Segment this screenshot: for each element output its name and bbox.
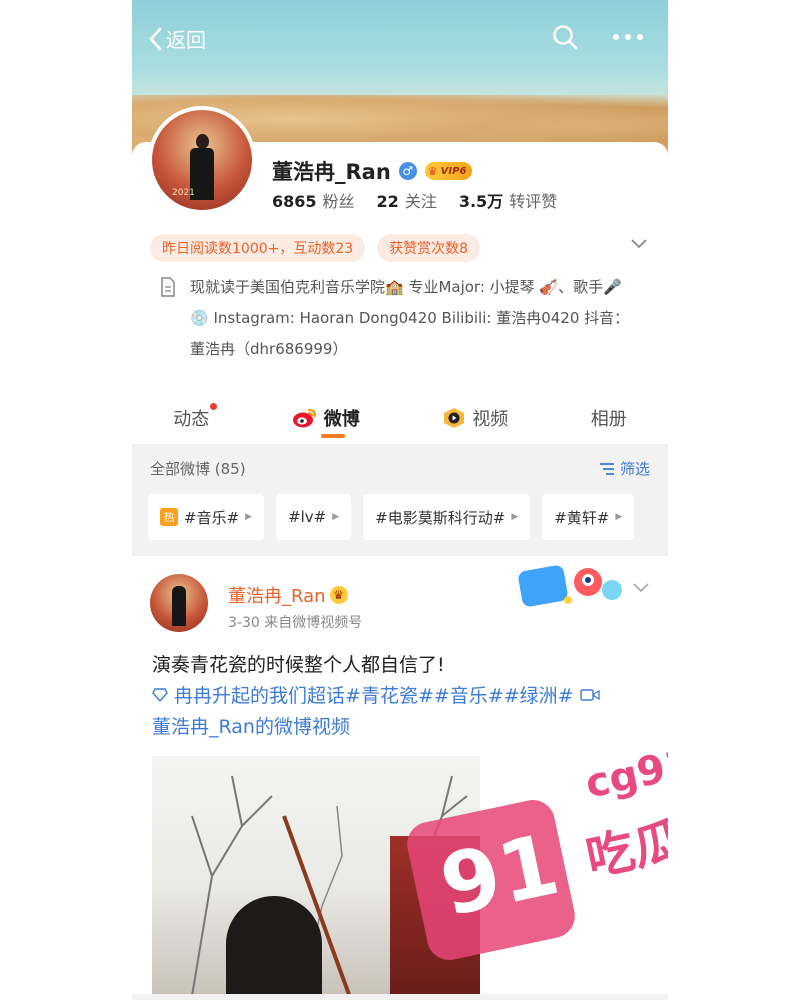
tab-video[interactable]: 视频 — [442, 405, 508, 431]
filter-button[interactable]: 筛选 — [598, 458, 650, 479]
filter-icon — [599, 462, 614, 475]
weibo-profile-page: 返回 2021 董浩冉_Ran ♂ ♛ VIP6 6865 粉丝 22 关注 3.5… — [132, 0, 668, 1000]
tab-album-label: 相册 — [590, 409, 627, 430]
divider — [132, 994, 668, 1000]
hot-icon: 热 — [160, 508, 178, 526]
post-video-thumbnail[interactable] — [152, 756, 480, 996]
feed-filter-area: 全部微博 (85) 筛选 热 #音乐# ▶ #lv# ▶ #电影莫斯科行动# ▶ #黄轩… — [132, 444, 668, 556]
avatar-caption: 2021 — [172, 188, 195, 198]
male-icon: ♂ — [398, 162, 417, 180]
player-head — [226, 896, 322, 996]
profile-name-row: 董浩冉_Ran ♂ ♛ VIP6 — [272, 156, 473, 186]
caret-right-icon: ▶ — [245, 512, 253, 522]
tab-weibo-label: 微博 — [323, 409, 360, 430]
post-video-link[interactable]: 董浩冉_Ran的微博视频 — [152, 712, 652, 743]
post-text-line: 演奏青花瓷的时候整个人都自信了! — [152, 654, 445, 676]
tab-video-label: 视频 — [472, 409, 509, 430]
weibo-icon — [292, 408, 316, 428]
more-icon[interactable] — [612, 33, 644, 41]
stat-interactions[interactable]: 3.5万 转评赞 — [459, 188, 557, 212]
red-wall — [390, 836, 480, 996]
chevron-left-icon — [149, 27, 162, 50]
intro-text: 现就读于美国伯克利音乐学院🏫 专业Major: 小提琴 🎻、歌手🎤💿 Insta… — [190, 278, 630, 358]
topic-chip[interactable]: #黄轩# ▶ — [542, 494, 635, 540]
reading-badge[interactable]: 昨日阅读数1000+，互动数23 — [150, 234, 366, 262]
chip-label: #电影莫斯科行动# — [375, 508, 506, 527]
post-author[interactable]: 董浩冉_Ran ♛ — [228, 582, 348, 608]
feed-count: 全部微博 (85) — [150, 460, 246, 478]
chip-label: #黄轩# — [554, 508, 610, 527]
video-icon — [444, 408, 465, 428]
top-actions — [552, 24, 644, 50]
search-icon[interactable] — [552, 24, 578, 50]
post-avatar[interactable] — [150, 574, 208, 632]
profile-intro[interactable]: 现就读于美国伯克利音乐学院🏫 专业Major: 小提琴 🎻、歌手🎤💿 Insta… — [160, 272, 640, 365]
topic-chip[interactable]: #电影莫斯科行动# ▶ — [363, 494, 531, 540]
post-meta: 3-30 来自微博视频号 — [228, 615, 363, 631]
screen: 返回 2021 董浩冉_Ran ♂ ♛ VIP6 6865 粉丝 22 关注 3.5… — [0, 0, 800, 1000]
document-icon — [161, 277, 175, 297]
profile-stats: 6865 粉丝 22 关注 3.5万 转评赞 — [272, 188, 557, 212]
tab-activity-label: 动态 — [173, 409, 210, 430]
chevron-down-icon[interactable] — [632, 582, 650, 594]
chip-label: #lv# — [288, 508, 327, 526]
weibo-post: 董浩冉_Ran ♛ 3-30 来自微博视频号 演奏青花瓷的时候整个人都自信了! … — [132, 556, 668, 1000]
active-tab-indicator — [321, 434, 345, 438]
topic-chip[interactable]: #lv# ▶ — [276, 494, 352, 540]
caret-right-icon: ▶ — [332, 512, 340, 522]
chevron-down-icon[interactable] — [630, 238, 648, 250]
topic-chips: 热 #音乐# ▶ #lv# ▶ #电影莫斯科行动# ▶ #黄轩# ▶ — [148, 494, 635, 540]
notification-dot — [210, 403, 218, 410]
back-button[interactable]: 返回 — [148, 24, 206, 53]
tab-activity[interactable]: 动态 — [173, 403, 218, 431]
vip-label: VIP6 — [440, 165, 467, 177]
vip-crown-icon: ♛ — [329, 586, 348, 604]
profile-name: 董浩冉_Ran — [272, 160, 391, 184]
reward-badge[interactable]: 获赞赏次数8 — [377, 234, 481, 262]
post-text: 演奏青花瓷的时候整个人都自信了! 冉冉升起的我们超话#青花瓷##音乐##绿洲# … — [152, 650, 652, 743]
avatar[interactable]: 2021 — [148, 106, 256, 214]
caret-right-icon: ▶ — [511, 512, 519, 522]
caret-right-icon: ▶ — [615, 512, 623, 522]
back-label: 返回 — [166, 28, 206, 52]
holiday-sticker — [518, 565, 622, 607]
topic-chip[interactable]: 热 #音乐# ▶ — [148, 494, 265, 540]
post-topic-links[interactable]: 冉冉升起的我们超话#青花瓷##音乐##绿洲# — [152, 681, 652, 712]
post-topics: 冉冉升起的我们超话#青花瓷##音乐##绿洲# — [174, 685, 574, 707]
tab-album[interactable]: 相册 — [591, 405, 627, 431]
feed-header: 全部微博 (85) 筛选 — [150, 458, 650, 479]
stat-following[interactable]: 22 关注 — [377, 188, 437, 212]
filter-label: 筛选 — [619, 460, 650, 478]
post-author-name: 董浩冉_Ran — [228, 586, 326, 607]
profile-badges: 昨日阅读数1000+，互动数23 获赞赏次数8 — [150, 234, 481, 262]
crown-icon: ♛ — [427, 164, 438, 178]
tab-weibo[interactable]: 微博 — [292, 405, 360, 431]
vip-badge[interactable]: ♛ VIP6 — [424, 162, 473, 180]
stat-followers[interactable]: 6865 粉丝 — [272, 188, 355, 212]
profile-tabs: 动态 微博 视频 相册 — [132, 392, 668, 444]
diamond-icon — [152, 688, 168, 703]
chip-label: #音乐# — [184, 508, 240, 527]
video-link-icon — [579, 689, 600, 701]
